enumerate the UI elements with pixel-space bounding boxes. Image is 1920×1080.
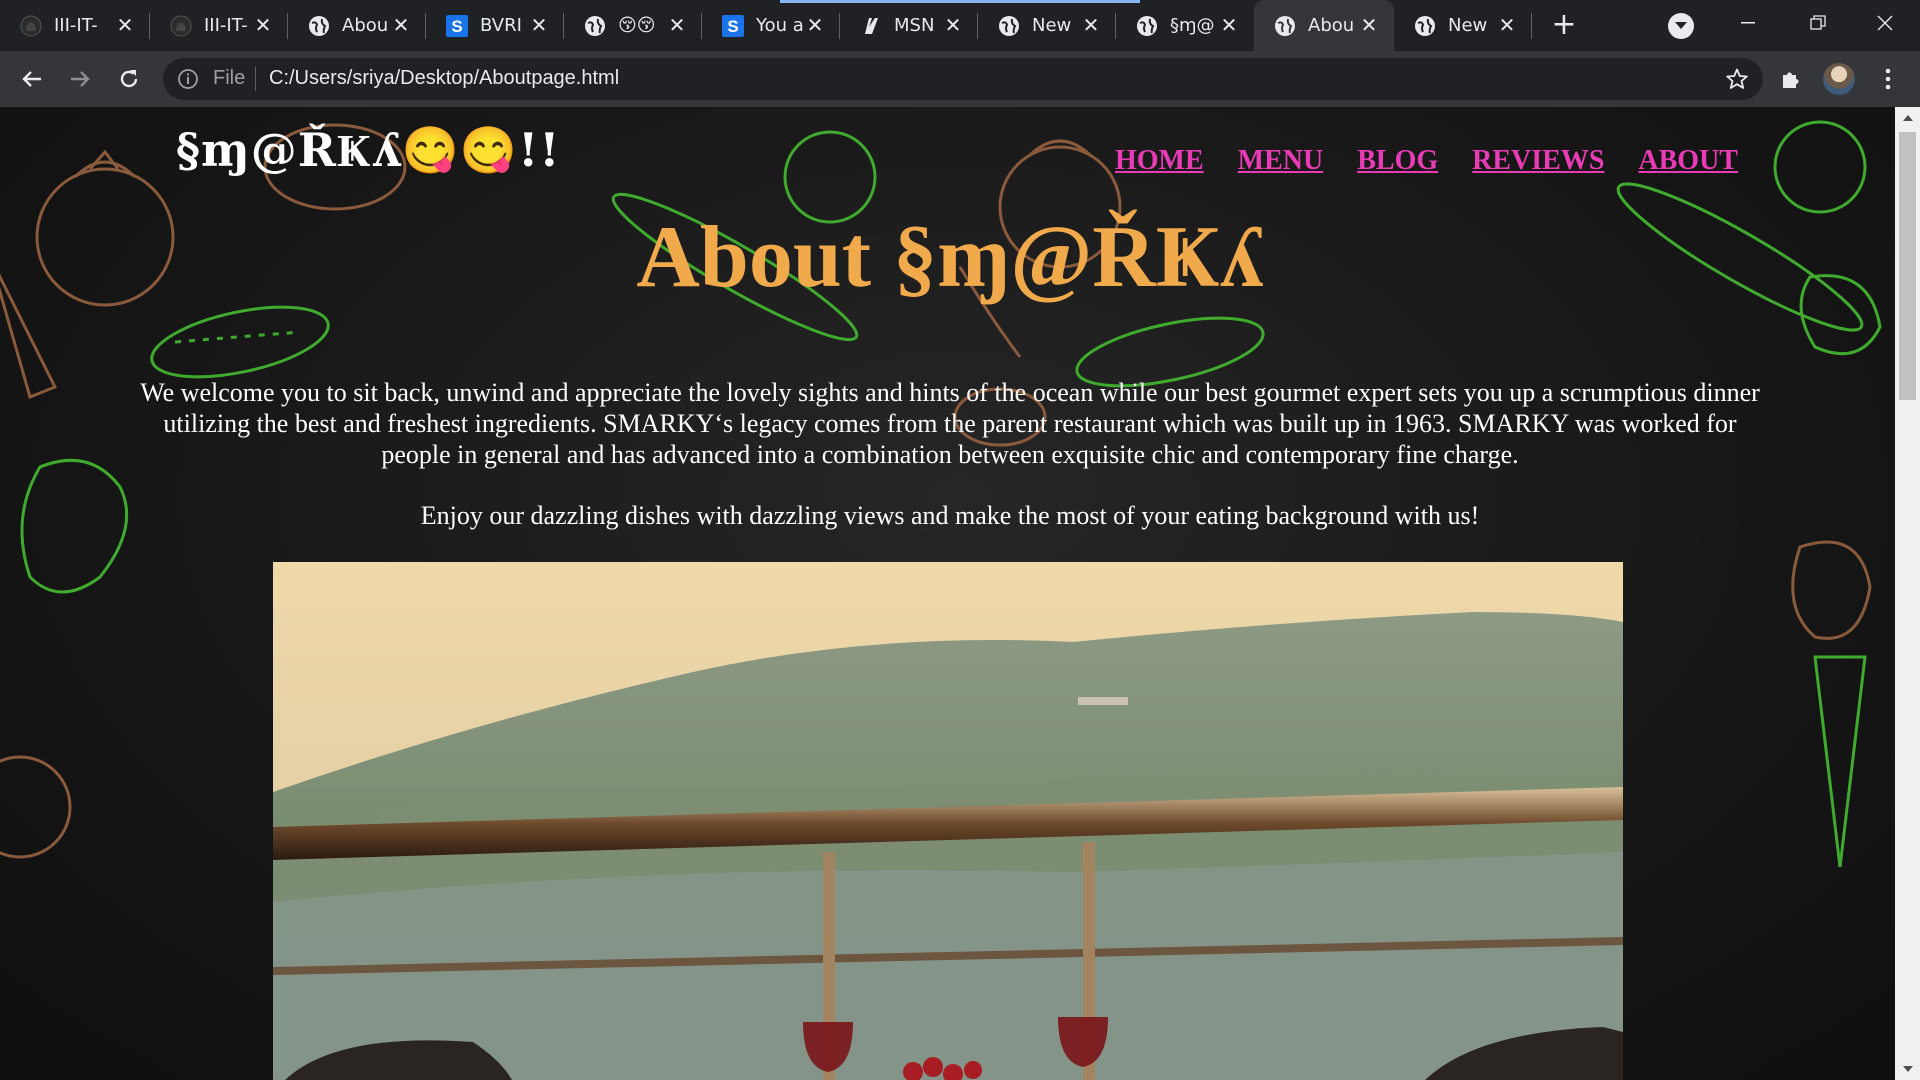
github-icon [170, 15, 192, 37]
tab-title: 😚😚 [618, 15, 656, 36]
globe-icon [1136, 15, 1158, 37]
forward-arrow-icon[interactable] [63, 62, 97, 96]
more-menu-icon[interactable] [1874, 65, 1902, 93]
tab-title: MSN [894, 15, 935, 36]
new-tab-plus-icon[interactable]: + [1549, 10, 1579, 41]
tab-2[interactable]: Abou ✕ [288, 0, 426, 51]
github-icon [20, 15, 42, 37]
s-brand-icon: S [446, 14, 468, 37]
main-nav: HOME MENU BLOG REVIEWS ABOUT [1115, 145, 1772, 177]
tab-title: III-IT- [54, 15, 98, 36]
close-icon[interactable]: ✕ [1080, 13, 1102, 37]
reload-icon[interactable] [112, 62, 146, 96]
restore-icon[interactable] [1788, 0, 1848, 45]
msn-icon [860, 15, 882, 37]
profile-avatar[interactable] [1823, 63, 1855, 95]
tab-title: New [1032, 15, 1072, 36]
close-icon[interactable]: ✕ [1496, 13, 1518, 37]
pepper-illustration [1791, 540, 1872, 640]
restaurant-view-photo [273, 562, 1623, 1080]
nav-reviews-link[interactable]: REVIEWS [1472, 145, 1604, 177]
window-close-icon[interactable] [1855, 0, 1915, 45]
omnibox-divider [255, 67, 256, 91]
globe-icon [998, 15, 1020, 37]
tab-strip: III-IT- ✕ III-IT- ✕ Abou ✕ S BVRI ✕ 😚😚 ✕ [0, 0, 1920, 51]
tab-title: III-IT- [204, 15, 248, 36]
nav-menu-link[interactable]: MENU [1238, 145, 1324, 177]
tab-title: BVRI [480, 15, 522, 36]
tab-6[interactable]: MSN ✕ [840, 0, 978, 51]
nav-blog-link[interactable]: BLOG [1357, 145, 1438, 177]
tab-9-active[interactable]: Abou ✕ [1254, 0, 1394, 51]
eggplant-illustration [20, 458, 129, 594]
tab-4[interactable]: 😚😚 ✕ [564, 0, 702, 51]
close-icon[interactable]: ✕ [390, 13, 412, 37]
close-icon[interactable]: ✕ [114, 13, 136, 37]
address-bar[interactable]: File C:/Users/sriya/Desktop/Aboutpage.ht… [163, 58, 1763, 100]
tab-0[interactable]: III-IT- ✕ [0, 0, 150, 51]
tab-search-icon[interactable] [1668, 13, 1694, 39]
tagline-paragraph: Enjoy our dazzling dishes with dazzling … [420, 501, 1480, 530]
svg-text:S: S [451, 17, 462, 36]
tab-title: You a [756, 15, 804, 36]
close-icon[interactable]: ✕ [804, 13, 826, 37]
globe-icon [308, 15, 330, 37]
page-viewport: §ɱ@ŘҜʎ😋😋!! HOME MENU BLOG REVIEWS ABOUT … [0, 107, 1920, 1080]
close-icon[interactable]: ✕ [942, 13, 964, 37]
bookmark-star-icon[interactable] [1725, 67, 1749, 91]
url-text[interactable]: C:/Users/sriya/Desktop/Aboutpage.html [269, 67, 619, 90]
globe-icon [1274, 15, 1296, 37]
page-title: About §ɱ@ŘҜʎ [636, 209, 1264, 306]
tab-title: Abou [342, 15, 389, 36]
info-icon[interactable] [177, 68, 199, 90]
nav-home-link[interactable]: HOME [1115, 145, 1204, 177]
globe-icon [1414, 15, 1436, 37]
scroll-down-arrow-icon[interactable] [1895, 1058, 1920, 1080]
tab-title: §ɱ@ [1170, 15, 1215, 36]
minimize-icon[interactable] [1718, 0, 1778, 45]
tab-separator [1531, 13, 1532, 39]
s-brand-icon: S [722, 14, 744, 37]
globe-icon [584, 15, 606, 37]
tab-title: New [1448, 15, 1488, 36]
brand-logo[interactable]: §ɱ@ŘҜʎ😋😋!! [176, 123, 560, 178]
tab-5[interactable]: S You a ✕ [702, 0, 840, 51]
tab-7[interactable]: New ✕ [978, 0, 1116, 51]
tomato-illustration [0, 755, 72, 859]
tab-8[interactable]: §ɱ@ ✕ [1116, 0, 1254, 51]
scrollbar-thumb[interactable] [1899, 132, 1916, 400]
tab-title: Abou [1308, 15, 1355, 36]
close-icon[interactable]: ✕ [528, 13, 550, 37]
back-arrow-icon[interactable] [15, 62, 49, 96]
extensions-puzzle-icon[interactable] [1777, 65, 1805, 93]
about-paragraph: We welcome you to sit back, unwind and a… [140, 378, 1760, 469]
close-icon[interactable]: ✕ [252, 13, 274, 37]
nav-about-link[interactable]: ABOUT [1638, 145, 1738, 177]
cucumber-illustration [150, 305, 330, 379]
scheme-label: File [213, 67, 246, 89]
tab-1[interactable]: III-IT- ✕ [150, 0, 288, 51]
vertical-scrollbar[interactable] [1895, 107, 1920, 1080]
svg-text:S: S [727, 17, 738, 36]
scroll-up-arrow-icon[interactable] [1895, 107, 1920, 129]
tab-10[interactable]: New ✕ [1394, 0, 1532, 51]
close-icon[interactable]: ✕ [1218, 13, 1240, 37]
tab-3[interactable]: S BVRI ✕ [426, 0, 564, 51]
browser-toolbar: File C:/Users/sriya/Desktop/Aboutpage.ht… [0, 51, 1920, 107]
close-icon[interactable]: ✕ [1358, 13, 1380, 37]
close-icon[interactable]: ✕ [666, 13, 688, 37]
carrot-illustration [1813, 655, 1867, 868]
